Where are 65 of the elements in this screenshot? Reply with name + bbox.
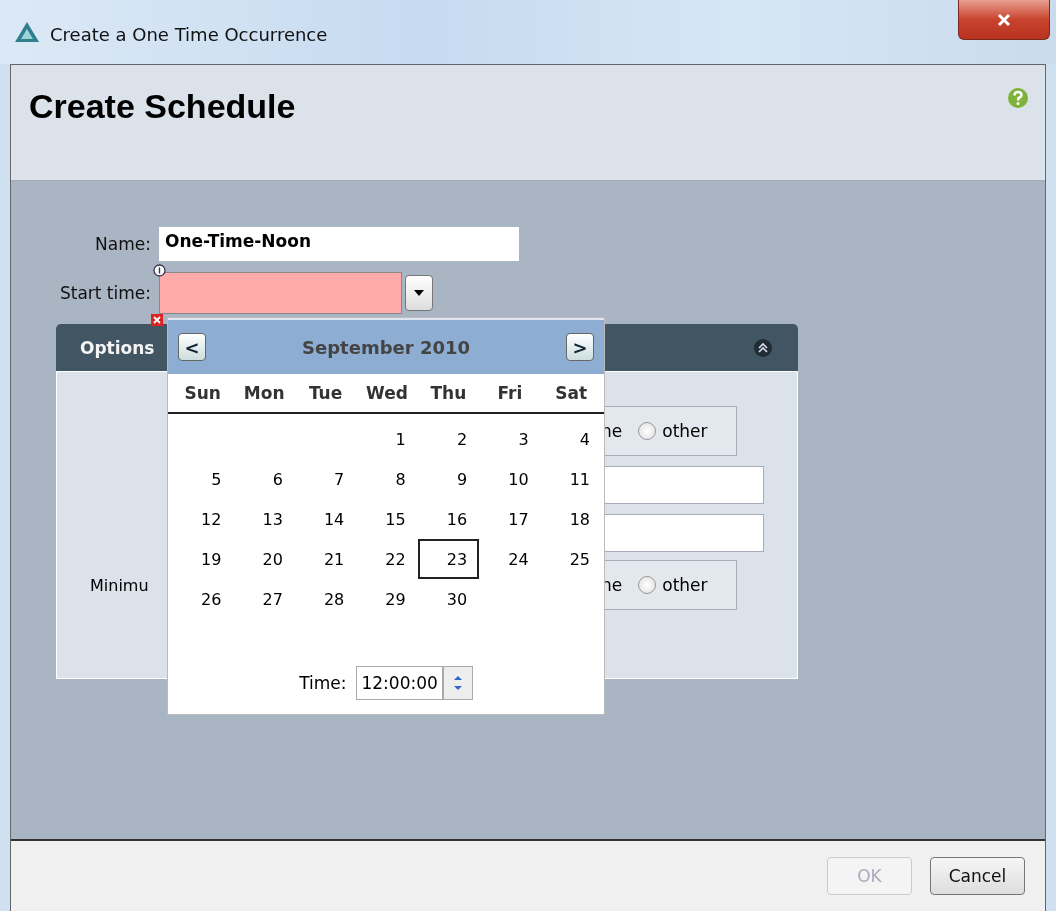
calendar-day[interactable]: 11: [540, 459, 602, 499]
radio-button[interactable]: [638, 422, 657, 440]
calendar-day[interactable]: 20: [233, 539, 295, 579]
window-title: Create a One Time Occurrence: [50, 23, 328, 45]
calendar-day[interactable]: 9: [417, 459, 480, 499]
weekday-label: Thu: [429, 383, 468, 403]
calendar-day[interactable]: 17: [479, 499, 541, 539]
next-month-button[interactable]: >: [566, 333, 594, 361]
calendar-day[interactable]: 14: [294, 499, 357, 539]
weekday-label: Tue: [307, 383, 344, 403]
info-icon: [153, 264, 166, 277]
calendar-day[interactable]: 22: [356, 539, 418, 579]
time-field[interactable]: 12:00:00: [356, 666, 443, 700]
collapse-icon[interactable]: [753, 337, 773, 358]
calendar-day[interactable]: 10: [479, 459, 541, 499]
calendar-day[interactable]: 30: [417, 579, 480, 619]
calendar-day[interactable]: 6: [233, 459, 295, 499]
name-field[interactable]: One-Time-Noon: [159, 227, 519, 261]
month-title: September 2010: [302, 336, 470, 358]
calendar-day[interactable]: 18: [540, 499, 602, 539]
calendar-day[interactable]: 27: [233, 579, 295, 619]
dialog-heading: Create Schedule: [29, 87, 296, 126]
start-time-label: Start time:: [58, 283, 152, 303]
calendar-day[interactable]: 24: [479, 539, 541, 579]
dialog-button[interactable]: Cancel: [930, 857, 1025, 895]
calendar-day[interactable]: 8: [356, 459, 418, 499]
panel-title: Options: [80, 337, 155, 358]
radio-button[interactable]: [638, 576, 657, 594]
calendar-day[interactable]: 23: [417, 539, 480, 579]
option-label: other: [662, 575, 708, 595]
weekday-label: Sat: [554, 383, 589, 403]
calendar-day[interactable]: 26: [172, 579, 234, 619]
close-button[interactable]: [958, 0, 1050, 40]
option-label: other: [662, 421, 708, 441]
calendar-day[interactable]: 16: [417, 499, 480, 539]
calendar-day[interactable]: 1: [356, 419, 418, 459]
calendar-day[interactable]: 4: [540, 419, 602, 459]
calendar-day[interactable]: 25: [540, 539, 602, 579]
time-label: Time:: [299, 673, 347, 693]
previous-month-button[interactable]: <: [178, 333, 206, 361]
start-time-field[interactable]: [159, 272, 402, 314]
weekday-label: Sun: [183, 383, 222, 403]
calendar-day[interactable]: 29: [356, 579, 418, 619]
calendar-day[interactable]: 28: [294, 579, 357, 619]
help-icon[interactable]: [1007, 87, 1029, 109]
name-label: Name:: [94, 234, 152, 254]
weekday-label: Fri: [496, 383, 524, 403]
caret-icon: [414, 290, 424, 296]
error-icon: [151, 314, 163, 326]
calendar-day[interactable]: 7: [294, 459, 357, 499]
spinner-control[interactable]: [442, 666, 473, 700]
calendar-day[interactable]: 12: [172, 499, 234, 539]
weekday-label: Wed: [365, 383, 409, 403]
triangle-icon: [14, 21, 40, 43]
calendar-day[interactable]: 13: [233, 499, 295, 539]
weekday-label: Mon: [242, 383, 286, 403]
dropdown-button[interactable]: [405, 275, 433, 311]
calendar-day[interactable]: 3: [479, 419, 541, 459]
calendar-day[interactable]: 15: [356, 499, 418, 539]
field-label: Minimu: [90, 575, 150, 595]
calendar-day[interactable]: 19: [172, 539, 234, 579]
calendar-day[interactable]: 21: [294, 539, 357, 579]
close-icon: [996, 12, 1012, 27]
calendar-day[interactable]: 5: [172, 459, 234, 499]
calendar-day[interactable]: 2: [417, 419, 480, 459]
